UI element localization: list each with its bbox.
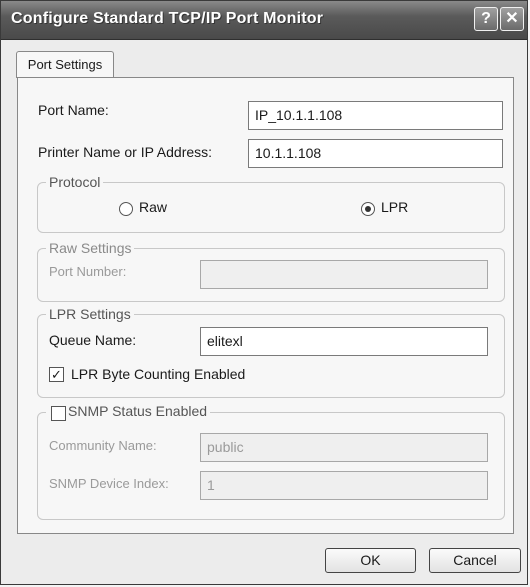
cancel-button[interactable]: Cancel	[429, 548, 521, 573]
queue-name-label: Queue Name:	[49, 332, 137, 348]
raw-radio-label[interactable]: Raw	[139, 199, 167, 215]
window-title: Configure Standard TCP/IP Port Monitor	[11, 10, 324, 27]
title-bar[interactable]: Configure Standard TCP/IP Port Monitor ?…	[1, 1, 527, 40]
raw-settings-group: Raw Settings Port Number:	[37, 240, 505, 302]
protocol-group: Protocol Raw LPR	[37, 174, 505, 233]
raw-settings-legend: Raw Settings	[46, 240, 135, 256]
radio-selected-dot	[365, 206, 371, 212]
snmp-enabled-checkbox[interactable]	[51, 406, 66, 421]
printer-address-input[interactable]: 10.1.1.108	[248, 139, 503, 168]
printer-address-label: Printer Name or IP Address:	[38, 144, 213, 160]
port-settings-panel: Port Name: IP_10.1.1.108 Printer Name or…	[17, 77, 514, 534]
device-index-label: SNMP Device Index:	[49, 476, 169, 491]
byte-counting-label[interactable]: LPR Byte Counting Enabled	[71, 366, 245, 382]
snmp-group: SNMP Status Enabled Community Name: publ…	[37, 403, 505, 520]
port-name-input[interactable]: IP_10.1.1.108	[248, 101, 503, 130]
ok-button[interactable]: OK	[325, 548, 416, 573]
dialog-window: Configure Standard TCP/IP Port Monitor ?…	[0, 0, 528, 585]
protocol-legend: Protocol	[46, 174, 104, 190]
port-number-input[interactable]	[200, 260, 488, 289]
device-index-input[interactable]: 1	[200, 471, 488, 500]
lpr-settings-group: LPR Settings Queue Name: elitexl ✓ LPR B…	[37, 306, 505, 398]
lpr-radio-label[interactable]: LPR	[381, 199, 408, 215]
close-icon[interactable]: ✕	[500, 7, 524, 31]
community-name-label: Community Name:	[49, 438, 157, 453]
lpr-radio[interactable]	[361, 202, 375, 216]
queue-name-input[interactable]: elitexl	[200, 327, 488, 356]
tab-port-settings[interactable]: Port Settings	[16, 51, 114, 78]
byte-counting-checkbox[interactable]: ✓	[49, 367, 64, 382]
lpr-settings-legend: LPR Settings	[46, 306, 134, 322]
raw-radio[interactable]	[119, 202, 133, 216]
port-name-label: Port Name:	[38, 102, 109, 118]
help-icon[interactable]: ?	[474, 7, 498, 31]
port-number-label: Port Number:	[49, 264, 127, 279]
community-name-input[interactable]: public	[200, 433, 488, 462]
snmp-legend[interactable]: SNMP Status Enabled	[46, 403, 211, 419]
